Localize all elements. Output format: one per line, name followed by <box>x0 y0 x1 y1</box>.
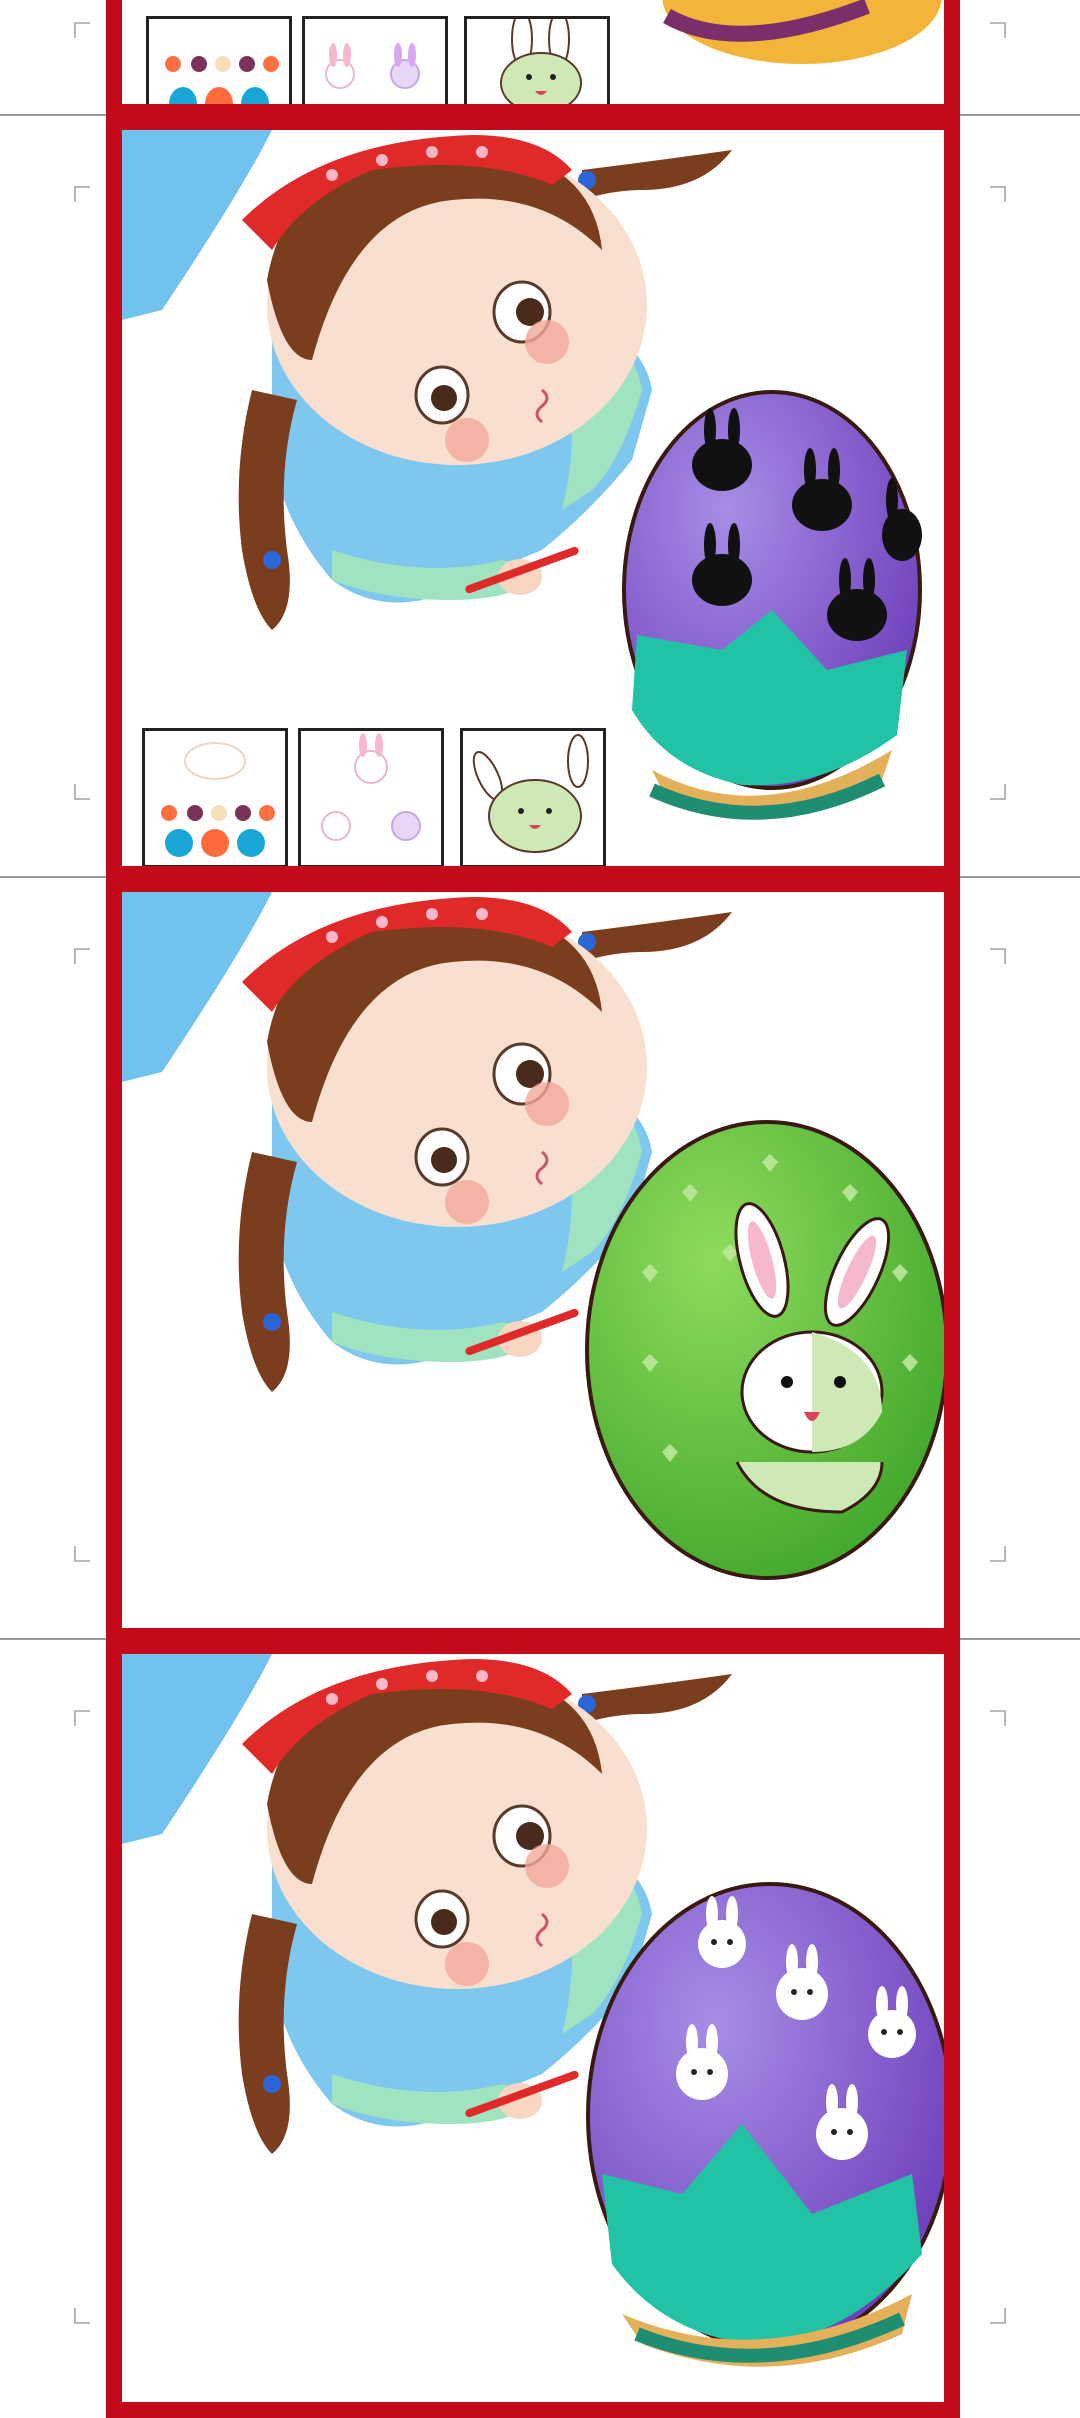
thumbnail-green-bunny[interactable] <box>464 16 610 104</box>
thumbnail-bunny-faces[interactable] <box>298 728 444 866</box>
crop-mark <box>74 22 90 38</box>
green-bunny-icon <box>472 734 589 853</box>
crop-mark <box>990 784 1006 800</box>
crop-mark <box>74 1546 90 1562</box>
crop-mark <box>990 186 1006 202</box>
bunny-face-icon <box>321 733 421 841</box>
girl-with-purple-bunny-egg-illustration <box>122 1654 944 2367</box>
crop-mark <box>74 2308 90 2324</box>
crop-mark <box>74 948 90 964</box>
crop-mark <box>74 1710 90 1726</box>
slide-1[interactable] <box>106 0 960 120</box>
slide-4[interactable] <box>106 1638 960 2418</box>
thumbnail-bunny-with-dots[interactable] <box>146 16 292 104</box>
slide-3[interactable] <box>106 876 960 1644</box>
bunny-face-icon <box>325 43 420 89</box>
crop-mark <box>990 1710 1006 1726</box>
girl-with-green-egg-illustration <box>122 892 944 1580</box>
crop-mark <box>990 2308 1006 2324</box>
slide-2[interactable] <box>106 114 960 882</box>
crop-mark <box>990 948 1006 964</box>
thumbnail-green-bunny[interactable] <box>460 728 606 866</box>
dots-icon <box>165 56 279 104</box>
crop-mark <box>990 1546 1006 1562</box>
thumbnail-bunny-faces[interactable] <box>302 16 448 104</box>
crop-mark <box>74 186 90 202</box>
green-bunny-icon <box>500 19 582 104</box>
thumbnail-bunny-with-dots[interactable] <box>142 728 288 866</box>
crop-mark <box>990 22 1006 38</box>
dots-icon <box>161 742 275 857</box>
crop-mark <box>74 784 90 800</box>
